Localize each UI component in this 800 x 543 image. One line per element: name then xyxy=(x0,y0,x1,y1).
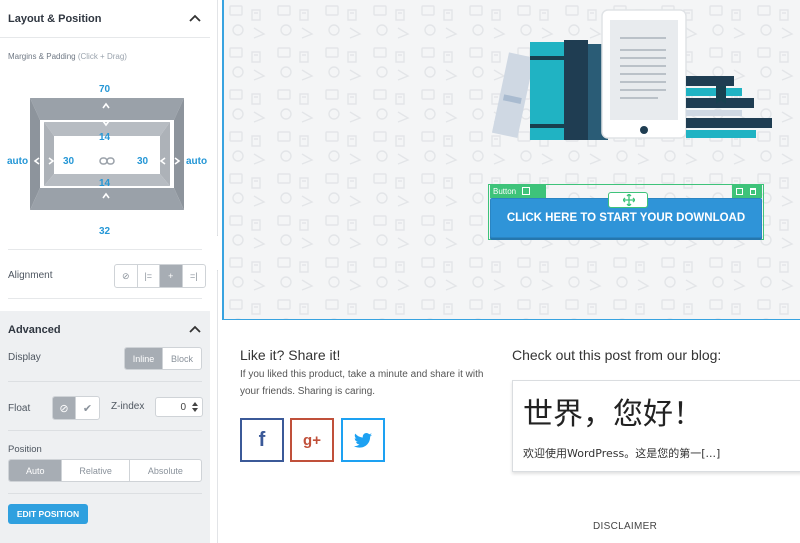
blog-post-card[interactable]: 世界，您好！ 欢迎使用WordPress。这是您的第一[...] xyxy=(512,380,800,472)
none-icon: ⊘ xyxy=(121,270,130,281)
facebook-share-button[interactable]: f xyxy=(240,418,284,462)
position-control: Auto Relative Absolute xyxy=(8,459,202,482)
padding-right-arrow-icon[interactable] xyxy=(158,156,168,166)
padding-right-value[interactable]: 30 xyxy=(137,156,148,167)
zindex-label: Z-index xyxy=(111,401,145,412)
position-relative-button[interactable]: Relative xyxy=(62,460,130,481)
facebook-icon: f xyxy=(258,428,266,451)
padding-left-value[interactable]: 30 xyxy=(63,156,74,167)
layout-section-header[interactable]: Layout & Position xyxy=(0,0,210,38)
float-none-button[interactable]: ⊘ xyxy=(53,397,77,419)
display-label: Display xyxy=(8,352,41,363)
blog-post-excerpt: 欢迎使用WordPress。这是您的第一[...] xyxy=(523,447,721,460)
spinner-arrows-icon[interactable] xyxy=(191,401,199,413)
float-label: Float xyxy=(8,403,31,414)
divider xyxy=(8,493,202,494)
padding-top-down-arrow-icon[interactable] xyxy=(101,118,111,128)
copy-icon[interactable] xyxy=(736,188,743,195)
display-block-button[interactable]: Block xyxy=(163,348,201,369)
google-plus-share-button[interactable]: g+ xyxy=(290,418,334,462)
align-right-button[interactable]: =| xyxy=(183,265,205,287)
margin-top-up-arrow-icon[interactable] xyxy=(101,101,111,111)
check-icon: ✔ xyxy=(82,402,93,415)
margin-left-arrow-icon[interactable] xyxy=(32,156,42,166)
margin-right-value[interactable]: auto xyxy=(186,156,207,167)
margins-hint: (Click + Drag) xyxy=(77,52,127,61)
display-inline-button[interactable]: Inline xyxy=(125,348,164,369)
padding-top-value[interactable]: 14 xyxy=(99,132,110,143)
move-icon xyxy=(623,194,635,206)
margins-padding-label: Margins & Padding (Click + Drag) xyxy=(8,52,127,61)
align-none-button[interactable]: ⊘ xyxy=(115,265,138,287)
twitter-icon xyxy=(354,432,372,448)
float-check-button[interactable]: ✔ xyxy=(76,397,99,419)
share-description: If you liked this product, take a minute… xyxy=(240,369,484,397)
blog-heading: Check out this post from our blog: xyxy=(512,347,722,363)
zindex-input[interactable]: 0 xyxy=(155,397,203,417)
padding-left-arrow-icon[interactable] xyxy=(46,156,56,166)
settings-panel: Layout & Position Margins & Padding (Cli… xyxy=(0,0,210,543)
align-right-icon: =| xyxy=(189,271,198,281)
none-icon: ⊘ xyxy=(59,402,69,415)
alignment-label: Alignment xyxy=(8,270,53,281)
margins-label-text: Margins & Padding xyxy=(8,52,76,61)
divider xyxy=(8,430,202,431)
divider xyxy=(8,249,202,250)
position-auto-button[interactable]: Auto xyxy=(9,460,63,481)
advanced-section-title: Advanced xyxy=(8,324,61,336)
hero-section[interactable]: Button CLICK HERE TO START YOUR DOWNLOAD xyxy=(222,0,800,320)
box-model-editor[interactable]: 70 14 auto 30 30 auto 14 32 xyxy=(0,82,210,242)
margin-top-value[interactable]: 70 xyxy=(99,84,110,95)
google-plus-icon: g+ xyxy=(303,431,321,449)
edit-position-button[interactable]: EDIT POSITION xyxy=(8,504,88,524)
alignment-control: ⊘ |= + =| xyxy=(114,264,206,288)
button-tag-label: Button xyxy=(493,187,517,196)
position-absolute-button[interactable]: Absolute xyxy=(130,460,201,481)
display-control: Inline Block xyxy=(124,347,202,370)
trash-icon[interactable] xyxy=(750,188,756,195)
button-element-tag[interactable]: Button xyxy=(490,185,546,198)
position-label: Position xyxy=(8,444,42,455)
twitter-share-button[interactable] xyxy=(341,418,385,462)
divider xyxy=(8,381,202,382)
advanced-section-header[interactable]: Advanced xyxy=(0,311,210,349)
blog-post-title[interactable]: 世界，您好！ xyxy=(523,389,703,433)
sidebar: Layout & Position Margins & Padding (Cli… xyxy=(0,0,218,543)
margin-bottom-down-arrow-icon[interactable] xyxy=(101,209,111,219)
margin-bottom-value[interactable]: 32 xyxy=(99,226,110,237)
align-center-button[interactable]: + xyxy=(160,265,183,287)
share-heading: Like it? Share it! xyxy=(240,347,341,363)
margin-right-arrow-icon[interactable] xyxy=(172,156,182,166)
button-actions xyxy=(732,185,762,198)
chevron-up-icon[interactable] xyxy=(188,323,202,335)
align-left-button[interactable]: |= xyxy=(138,265,160,287)
padding-bottom-value[interactable]: 14 xyxy=(99,178,110,189)
books-illustration xyxy=(491,9,772,140)
zindex-value: 0 xyxy=(180,402,186,413)
move-handle[interactable] xyxy=(608,192,648,208)
float-control: ⊘ ✔ xyxy=(52,396,100,420)
settings-icon[interactable] xyxy=(522,187,531,195)
link-icon[interactable] xyxy=(99,156,115,166)
margin-left-value[interactable]: auto xyxy=(7,156,28,167)
chevron-up-icon[interactable] xyxy=(188,12,202,24)
disclaimer-link[interactable]: DISCLAIMER xyxy=(593,521,657,532)
padding-bottom-up-arrow-icon[interactable] xyxy=(101,191,111,201)
align-center-icon: + xyxy=(168,271,174,281)
align-left-icon: |= xyxy=(144,271,153,281)
page-canvas: Button CLICK HERE TO START YOUR DOWNLOAD… xyxy=(218,0,800,543)
layout-section-title: Layout & Position xyxy=(8,13,102,25)
divider xyxy=(8,298,202,299)
